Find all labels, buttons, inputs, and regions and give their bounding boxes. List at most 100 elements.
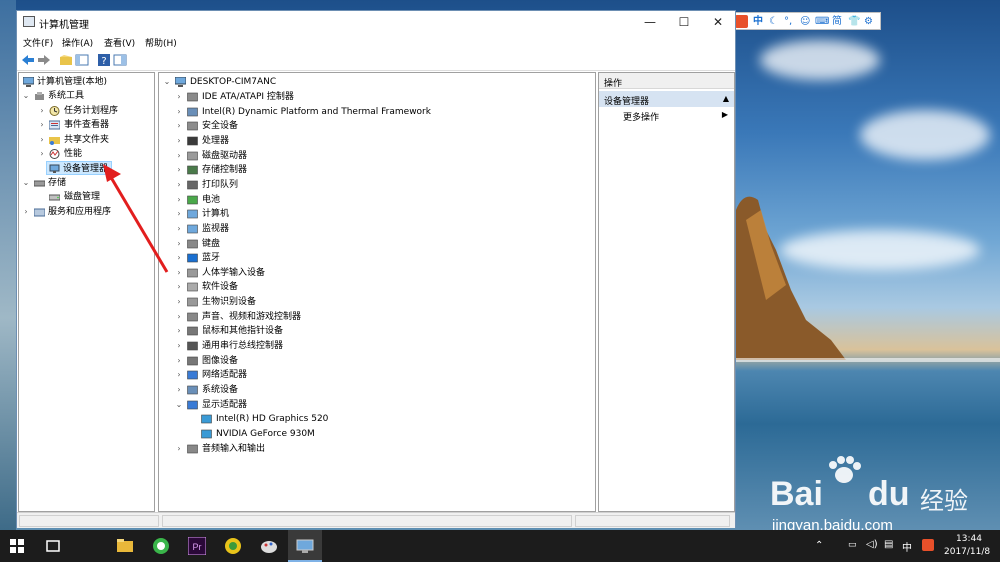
moon-icon[interactable]: ☾	[769, 15, 778, 28]
gear-icon[interactable]: ⚙	[864, 15, 873, 28]
chevron-right-icon[interactable]: ›	[175, 193, 183, 207]
chevron-right-icon[interactable]: ›	[22, 205, 30, 219]
chevron-right-icon[interactable]: ›	[175, 280, 183, 294]
device-category-row[interactable]: › 声音、视频和游戏控制器	[163, 310, 583, 324]
battery-icon[interactable]: ▭	[848, 540, 857, 550]
keyboard-icon[interactable]: ⌨	[815, 15, 829, 28]
premiere-icon[interactable]: Pr	[188, 537, 206, 555]
device-category-row[interactable]: › 安全设备	[163, 119, 583, 133]
help-icon[interactable]: ?	[97, 53, 111, 67]
chevron-right-icon[interactable]: ›	[175, 207, 183, 221]
device-category-row[interactable]: › 系统设备	[163, 383, 583, 397]
chevron-right-icon[interactable]: ›	[175, 324, 183, 338]
ime-lang[interactable]: 中	[753, 15, 763, 28]
device-category-row[interactable]: › Intel(R) Dynamic Platform and Thermal F…	[163, 105, 583, 119]
chevron-right-icon[interactable]: ›	[38, 147, 46, 161]
device-category-row[interactable]: › 打印队列	[163, 178, 583, 192]
chevron-down-icon[interactable]: ⌄	[175, 398, 183, 412]
chevron-down-icon[interactable]: ⌄	[22, 89, 30, 103]
show-hidden-icons-icon[interactable]: ⌃	[815, 540, 823, 551]
chevron-right-icon[interactable]: ›	[175, 149, 183, 163]
sogou-tray-icon[interactable]	[922, 539, 934, 551]
device-category-row[interactable]: › 处理器	[163, 134, 583, 148]
menu-file[interactable]: 文件(F)	[23, 36, 53, 49]
device-category-row[interactable]: › 通用串行总线控制器	[163, 339, 583, 353]
device-category-row[interactable]: › 计算机	[163, 207, 583, 221]
back-arrow-icon[interactable]	[21, 53, 35, 67]
chevron-right-icon[interactable]: ›	[175, 339, 183, 353]
tree-item-performance[interactable]: › 性能	[21, 147, 151, 161]
chevron-right-icon[interactable]: ›	[175, 251, 183, 265]
chevron-right-icon[interactable]: ›	[175, 266, 183, 280]
chevron-right-icon[interactable]: ›	[175, 163, 183, 177]
collapse-up-icon[interactable]: ▲	[723, 94, 729, 103]
device-category-row[interactable]: › 鼠标和其他指针设备	[163, 324, 583, 338]
up-folder-icon[interactable]	[59, 53, 73, 67]
device-category-row[interactable]: › 人体学输入设备	[163, 266, 583, 280]
device-category-row[interactable]: Intel(R) HD Graphics 520	[163, 412, 583, 426]
chevron-right-icon[interactable]: ›	[175, 105, 183, 119]
chevron-right-icon[interactable]: ›	[175, 310, 183, 324]
ime-simplified[interactable]: 简	[832, 15, 842, 28]
windows-start-icon[interactable]	[10, 539, 24, 553]
minimize-button[interactable]: —	[633, 11, 667, 33]
chevron-down-icon[interactable]: ⌄	[22, 176, 30, 190]
close-button[interactable]: ✕	[701, 11, 735, 33]
chevron-right-icon[interactable]: ›	[175, 368, 183, 382]
task-view-icon[interactable]	[44, 537, 62, 555]
chevron-right-icon[interactable]: ›	[175, 222, 183, 236]
actions-group-device-manager[interactable]: 设备管理器 ▲	[599, 91, 734, 107]
ime-toolbar[interactable]: 中 ☾ °, ☺ ⌨ 简 👕 ⚙	[731, 12, 881, 30]
chevron-right-icon[interactable]: ›	[38, 133, 46, 147]
chevron-right-icon[interactable]: ›	[175, 134, 183, 148]
punctuation-icon[interactable]: °,	[784, 15, 792, 28]
emoji-icon[interactable]: ☺	[800, 15, 810, 28]
chevron-right-icon[interactable]: ›	[175, 295, 183, 309]
chevron-right-icon[interactable]: ›	[175, 178, 183, 192]
chevron-right-icon[interactable]: ›	[38, 104, 46, 118]
device-category-row[interactable]: ⌄ 显示适配器	[163, 398, 583, 412]
tray-lang[interactable]: 中	[902, 539, 912, 554]
device-category-row[interactable]: › 存储控制器	[163, 163, 583, 177]
app-yellow-icon[interactable]	[224, 537, 242, 555]
tree-item-event-viewer[interactable]: › 事件查看器	[21, 118, 151, 132]
forward-arrow-icon[interactable]	[37, 53, 51, 67]
device-category-row[interactable]: › IDE ATA/ATAPI 控制器	[163, 90, 583, 104]
menu-action[interactable]: 操作(A)	[62, 36, 93, 49]
browser-360-icon[interactable]	[152, 537, 170, 555]
device-category-row[interactable]: › 软件设备	[163, 280, 583, 294]
title-bar[interactable]: 计算机管理 — ☐ ✕	[17, 11, 735, 33]
device-category-row[interactable]: NVIDIA GeForce 930M	[163, 427, 583, 441]
tree-item-system-tools[interactable]: ⌄ 系统工具	[21, 89, 151, 103]
menu-view[interactable]: 查看(V)	[104, 36, 135, 49]
device-category-row[interactable]: › 键盘	[163, 237, 583, 251]
device-category-row[interactable]: › 音频输入和输出	[163, 442, 583, 456]
chevron-down-icon[interactable]: ⌄	[163, 75, 171, 89]
taskbar-active-app[interactable]	[288, 530, 322, 562]
volume-icon[interactable]: ◁)	[866, 539, 878, 550]
chevron-right-icon[interactable]: ›	[175, 237, 183, 251]
show-hide-tree-icon[interactable]	[75, 53, 89, 67]
device-category-row[interactable]: › 网络适配器	[163, 368, 583, 382]
clock-date[interactable]: 2017/11/8	[944, 547, 990, 557]
tree-item-computer-management[interactable]: 计算机管理(本地)	[21, 75, 151, 89]
chevron-right-icon[interactable]: ›	[175, 442, 183, 456]
tree-item-task-scheduler[interactable]: › 任务计划程序	[21, 104, 151, 118]
device-category-row[interactable]: › 磁盘驱动器	[163, 149, 583, 163]
device-category-row[interactable]: › 监视器	[163, 222, 583, 236]
device-category-row[interactable]: › 图像设备	[163, 354, 583, 368]
file-explorer-icon[interactable]	[116, 537, 134, 555]
chevron-right-icon[interactable]: ›	[38, 118, 46, 132]
notification-icon[interactable]: ▤	[884, 539, 893, 550]
chevron-right-icon[interactable]: ›	[175, 90, 183, 104]
device-tree-root[interactable]: ⌄ DESKTOP-CIM7ANC	[163, 75, 563, 89]
more-actions-item[interactable]: 更多操作	[623, 110, 659, 123]
maximize-button[interactable]: ☐	[667, 11, 701, 33]
painter-icon[interactable]	[260, 537, 278, 555]
menu-help[interactable]: 帮助(H)	[145, 36, 177, 49]
tree-item-shared-folders[interactable]: › 共享文件夹	[21, 133, 151, 147]
chevron-right-icon[interactable]: ›	[175, 383, 183, 397]
properties-icon[interactable]	[113, 53, 127, 67]
sogou-icon[interactable]	[735, 15, 748, 28]
device-category-row[interactable]: › 生物识别设备	[163, 295, 583, 309]
